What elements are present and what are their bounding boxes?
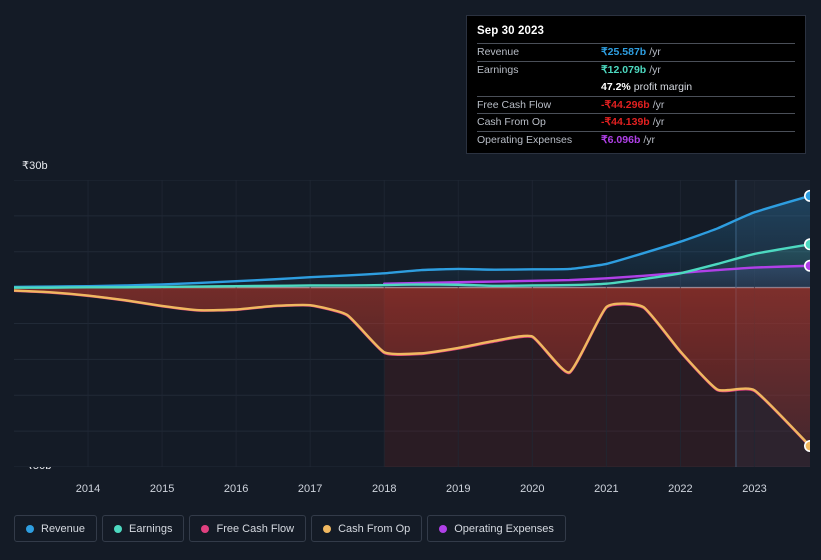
tooltip-row-label: Operating Expenses (477, 133, 573, 146)
x-axis-tick-label: 2016 (223, 483, 249, 495)
legend-item-operating-expenses[interactable]: Operating Expenses (427, 515, 566, 542)
x-axis-tick-label: 2022 (668, 483, 693, 495)
tooltip-row-unit: /yr (649, 46, 661, 59)
tooltip-row-label: Cash From Op (477, 116, 546, 129)
legend-item-label: Operating Expenses (454, 522, 554, 535)
tooltip-row-value: ₹12.079b (601, 63, 647, 76)
tooltip-date: Sep 30 2023 (477, 25, 544, 37)
tooltip-row: 47.2% profit margin (477, 78, 795, 96)
tooltip-row: Free Cash Flow -₹44.296b/yr (477, 95, 795, 114)
x-axis-tick-label: 2017 (297, 483, 323, 495)
tooltip-row-unit: /yr (649, 63, 661, 76)
legend-color-dot-icon (114, 524, 123, 533)
legend-color-dot-icon (26, 524, 34, 533)
legend-color-dot-icon (201, 524, 210, 533)
tooltip-row: Revenue ₹25.587b/yr (477, 43, 795, 61)
chart-legend: Revenue Earnings Free Cash Flow Cash From O… (14, 515, 566, 542)
x-axis-tick-label: 2020 (520, 483, 545, 495)
y-axis-label-top: ₹30b (22, 160, 48, 172)
legend-item-label: Earnings (129, 522, 173, 535)
x-axis-tick-label: 2021 (594, 483, 619, 495)
legend-item-label: Free Cash Flow (216, 522, 295, 535)
tooltip-row: Earnings ₹12.079b/yr (477, 60, 795, 79)
legend-item-label: Revenue (41, 522, 86, 535)
legend-item-earnings[interactable]: Earnings (102, 515, 185, 542)
legend-item-label: Cash From Op (338, 522, 411, 535)
legend-item-free-cash-flow[interactable]: Free Cash Flow (189, 515, 307, 542)
x-axis: 2014 2015 2016 2017 2018 2019 2020 2021 2022 2023 (14, 483, 810, 501)
tooltip-row-subtext: profit margin (633, 80, 693, 93)
plot-area[interactable] (14, 180, 810, 467)
tooltip-row: Operating Expenses ₹6.096b/yr (477, 130, 795, 149)
legend-item-cash-from-op[interactable]: Cash From Op (311, 515, 423, 542)
legend-color-dot-icon (439, 524, 448, 533)
legend-color-dot-icon (323, 524, 332, 533)
tooltip-row-label: Earnings (477, 63, 519, 76)
x-axis-tick-label: 2023 (742, 483, 767, 495)
x-axis-tick-label: 2015 (149, 483, 175, 495)
x-axis-tick-label: 2014 (75, 483, 101, 495)
x-axis-tick-label: 2019 (446, 483, 471, 495)
legend-item-revenue[interactable]: Revenue (14, 515, 98, 542)
tooltip-row: Cash From Op -₹44.139b/yr (477, 113, 795, 131)
tooltip-row-value: -₹44.139b (601, 116, 650, 129)
x-axis-tick-label: 2018 (371, 483, 397, 495)
tooltip-rows: Revenue ₹25.587b/yr Earnings ₹12.079b/yr 47.… (477, 43, 795, 148)
tooltip-row-unit: /yr (652, 98, 665, 111)
tooltip-row-unit: /yr (643, 133, 656, 146)
tooltip-row-value: ₹25.587b (601, 46, 647, 59)
tooltip-row-value: 47.2% (601, 80, 631, 93)
tooltip-row-label: Revenue (477, 46, 520, 59)
tooltip-row-unit: /yr (652, 116, 665, 129)
tooltip-row-value: ₹6.096b (601, 133, 641, 146)
financial-chart-widget: ₹30b ₹0 -₹50b 20142015201620172018201920… (0, 0, 821, 560)
tooltip-row-label: Free Cash Flow (477, 98, 552, 111)
tooltip-row-value: -₹44.296b (601, 98, 650, 111)
chart-svg (14, 180, 810, 467)
chart-tooltip: Sep 30 2023 Revenue ₹25.587b/yr Earnings ₹1… (466, 15, 806, 154)
